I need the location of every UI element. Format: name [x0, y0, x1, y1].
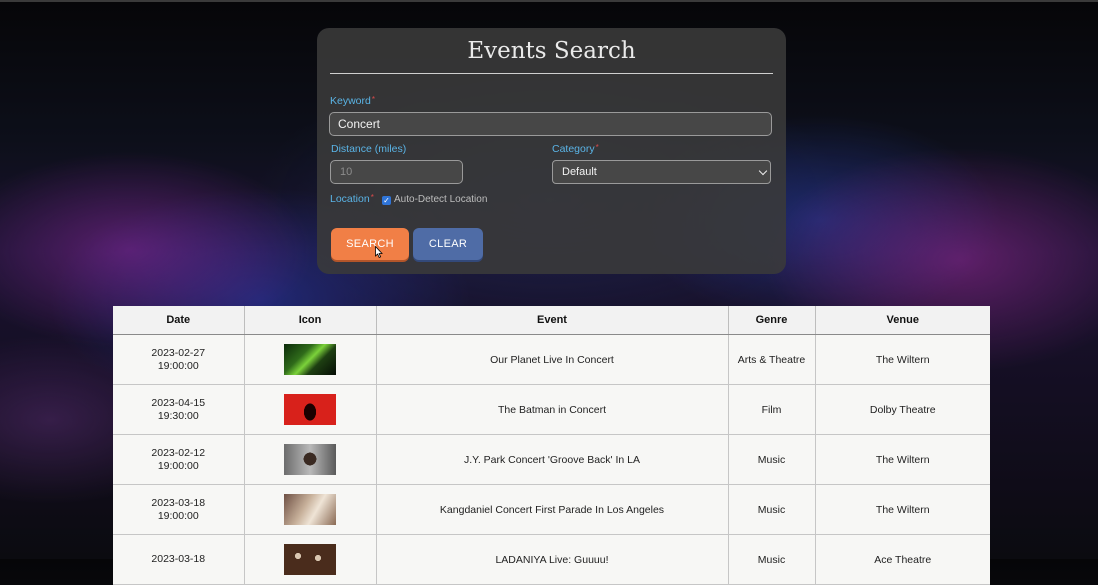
event-time: 19:00:00 [157, 509, 199, 522]
event-genre: Film [728, 384, 816, 435]
date-cell: 2023-03-18 [113, 534, 245, 585]
table-row[interactable]: 2023-02-12 19:00:00 J.Y. Park Concert 'Gr… [113, 434, 990, 485]
icon-cell [244, 484, 377, 535]
mouse-cursor-icon [375, 246, 383, 258]
event-time: 19:30:00 [157, 409, 199, 422]
category-label-text: Category [552, 143, 595, 155]
event-genre: Arts & Theatre [728, 334, 816, 385]
event-venue: Ace Theatre [815, 534, 990, 585]
keyword-input[interactable]: Concert [329, 112, 772, 136]
event-venue: The Wiltern [815, 434, 990, 485]
distance-label: Distance (miles) [331, 143, 407, 155]
event-name[interactable]: Kangdaniel Concert First Parade In Los A… [376, 484, 729, 535]
table-row[interactable]: 2023-03-18 19:00:00 Kangdaniel Concert Fi… [113, 484, 990, 535]
table-row[interactable]: 2023-02-27 19:00:00 Our Planet Live In Co… [113, 334, 990, 385]
event-genre: Music [728, 434, 816, 485]
location-label-text: Location [330, 193, 370, 205]
event-name[interactable]: Our Planet Live In Concert [376, 334, 729, 385]
event-thumbnail [284, 544, 336, 575]
search-button[interactable]: SEARCH [331, 228, 409, 260]
title-divider [330, 73, 773, 74]
date-cell: 2023-04-15 19:30:00 [113, 384, 245, 435]
event-venue: The Wiltern [815, 334, 990, 385]
event-genre: Music [728, 484, 816, 535]
checkmark-icon: ✓ [383, 196, 390, 205]
category-label: Category* [552, 143, 599, 155]
event-date: 2023-02-12 [151, 446, 206, 459]
column-header-icon: Icon [244, 306, 377, 335]
required-mark: * [371, 95, 375, 104]
event-name[interactable]: LADANIYA Live: Guuuu! [376, 534, 729, 585]
keyword-label: Keyword* [330, 95, 375, 107]
icon-cell [244, 334, 377, 385]
event-thumbnail [284, 394, 336, 425]
event-venue: The Wiltern [815, 484, 990, 535]
results-table: Date Icon Event Genre Venue 2023-02-27 19… [113, 306, 990, 585]
event-date: 2023-02-27 [151, 346, 206, 359]
table-header-row: Date Icon Event Genre Venue [113, 306, 990, 335]
event-time: 19:00:00 [157, 359, 199, 372]
required-mark: * [595, 143, 599, 152]
auto-detect-checkbox[interactable]: ✓ [382, 196, 391, 205]
event-venue: Dolby Theatre [815, 384, 990, 435]
top-border [0, 0, 1098, 2]
event-thumbnail [284, 494, 336, 525]
search-form-card: Events Search Keyword* Concert Distance … [317, 28, 786, 274]
date-cell: 2023-02-27 19:00:00 [113, 334, 245, 385]
date-cell: 2023-02-12 19:00:00 [113, 434, 245, 485]
event-date: 2023-04-15 [151, 396, 206, 409]
table-row[interactable]: 2023-04-15 19:30:00 The Batman in Concert… [113, 384, 990, 435]
auto-detect-label: Auto-Detect Location [394, 194, 488, 205]
event-time: 19:00:00 [157, 459, 199, 472]
column-header-date: Date [113, 306, 245, 335]
chevron-down-icon [758, 166, 768, 176]
required-mark: * [370, 193, 374, 202]
event-date: 2023-03-18 [151, 553, 206, 565]
event-thumbnail [284, 444, 336, 475]
icon-cell [244, 434, 377, 485]
table-row[interactable]: 2023-03-18 LADANIYA Live: Guuuu! Music A… [113, 534, 990, 585]
date-cell: 2023-03-18 19:00:00 [113, 484, 245, 535]
category-select[interactable]: Default [552, 160, 771, 184]
event-genre: Music [728, 534, 816, 585]
clear-button[interactable]: CLEAR [413, 228, 483, 260]
form-title: Events Search [467, 38, 636, 64]
event-date: 2023-03-18 [151, 496, 206, 509]
column-header-genre: Genre [728, 306, 816, 335]
icon-cell [244, 384, 377, 435]
event-name[interactable]: The Batman in Concert [376, 384, 729, 435]
distance-input[interactable]: 10 [330, 160, 463, 184]
category-selected-value: Default [562, 166, 597, 178]
column-header-venue: Venue [815, 306, 990, 335]
event-thumbnail [284, 344, 336, 375]
event-name[interactable]: J.Y. Park Concert 'Groove Back' In LA [376, 434, 729, 485]
icon-cell [244, 534, 377, 585]
location-label: Location* [330, 193, 374, 205]
column-header-event: Event [376, 306, 729, 335]
keyword-label-text: Keyword [330, 95, 371, 107]
